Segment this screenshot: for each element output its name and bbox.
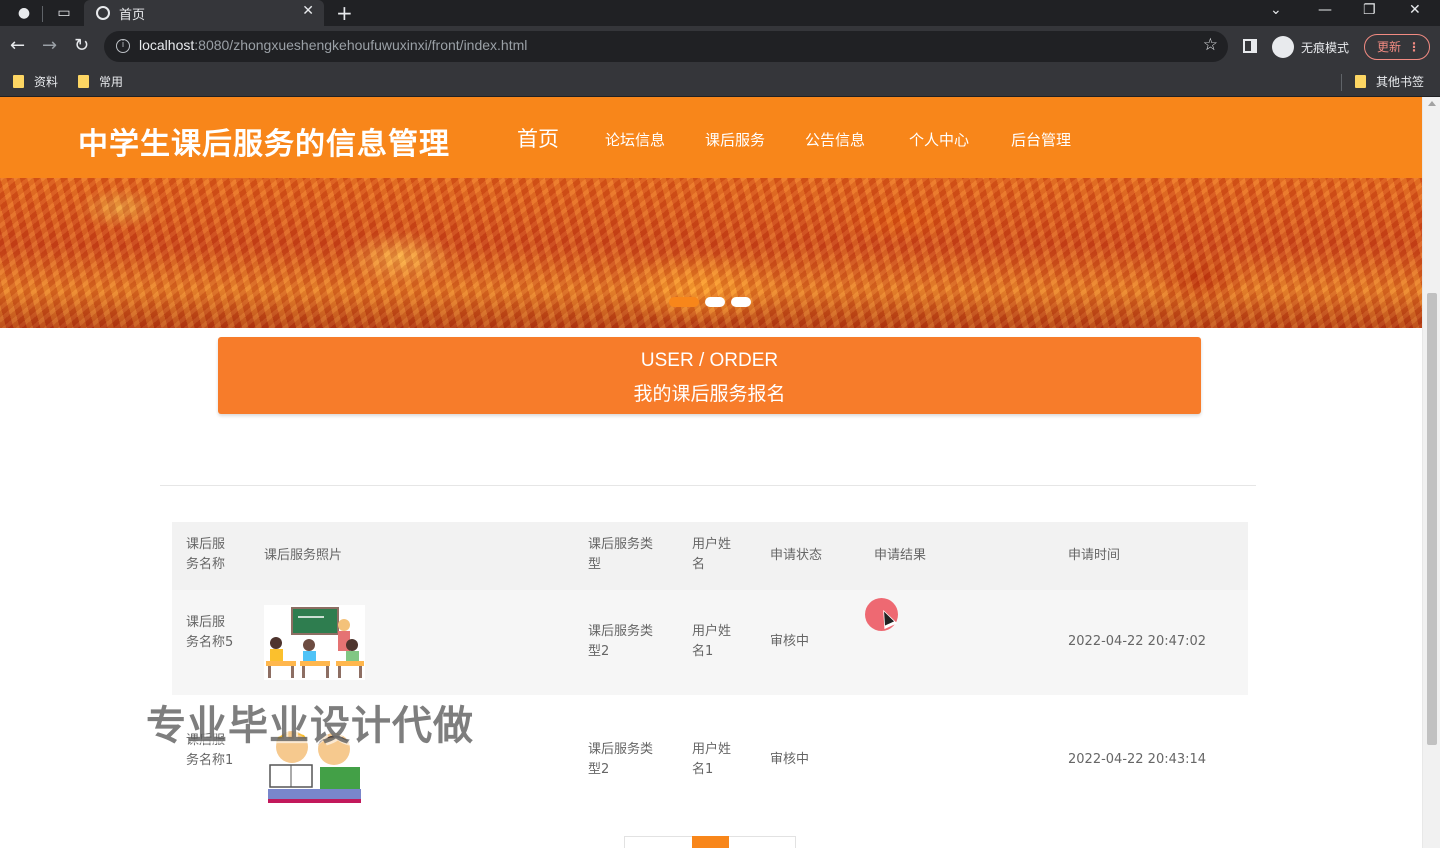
update-button[interactable]: 更新 ⋮ (1364, 34, 1430, 60)
address-bar[interactable]: i localhost:8080/zhongxueshengkehoufuwux… (104, 31, 1228, 62)
back-icon[interactable]: ← (10, 36, 25, 56)
header-service-type: 课后服务类型 (588, 537, 654, 572)
bookmark-folder-2[interactable]: 常用 (78, 73, 123, 90)
cell-status: 审核中 (770, 752, 810, 767)
nav-announcements[interactable]: 公告信息 (805, 129, 865, 150)
incognito-label[interactable]: 无痕模式 (1301, 39, 1349, 56)
reload-icon[interactable]: ↻ (74, 36, 89, 56)
section-title-en: USER / ORDER (640, 350, 779, 371)
scrollbar-thumb[interactable] (1427, 293, 1437, 745)
other-bookmarks[interactable]: 其他书签 (1355, 73, 1424, 90)
carousel-dot-3[interactable] (731, 297, 751, 307)
tab-groups-icon[interactable]: ▭ (54, 3, 74, 23)
carousel-banner[interactable] (0, 178, 1422, 328)
bookmark-star-icon[interactable]: ☆ (1203, 35, 1218, 55)
current-page-button[interactable] (692, 836, 729, 848)
site-header: 中学生课后服务的信息管理 首页 论坛信息 课后服务 公告信息 个人中心 后台管理 (0, 97, 1422, 178)
page-scrollbar[interactable] (1422, 97, 1440, 848)
cell-time: 2022-04-22 20:43:14 (1068, 752, 1207, 767)
restore-icon[interactable]: ❐ (1363, 2, 1376, 18)
folder-icon (1355, 75, 1366, 88)
info-icon[interactable]: i (116, 39, 130, 53)
new-tab-icon[interactable]: + (336, 1, 353, 25)
table-header: 课后服务名称 课后服务照片 课后服务类型 用户姓名 申请状态 申请结果 申请时间 (172, 522, 1248, 590)
browser-menu-icon[interactable]: ● (14, 3, 34, 23)
classroom-illustration (264, 605, 365, 680)
cell-time: 2022-04-22 20:47:02 (1068, 634, 1207, 649)
table-row[interactable]: 课后服务名称5 课后服务类型2 用户姓名1 审核中 2022-04-22 20:… (172, 590, 1248, 695)
tab-separator (42, 6, 43, 22)
divider (160, 485, 1256, 486)
header-result: 申请结果 (874, 548, 927, 563)
nav-forum[interactable]: 论坛信息 (605, 129, 665, 150)
pagination[interactable] (624, 836, 796, 848)
browser-toolbar: ← → ↻ i localhost:8080/zhongxueshengkeho… (0, 26, 1440, 68)
tab-search-icon[interactable]: ⌄ (1270, 2, 1282, 18)
cell-user-name: 用户姓名1 (692, 742, 732, 777)
folder-icon (13, 75, 24, 88)
carousel-dot-2[interactable] (705, 297, 725, 307)
bookmarks-bar: 资料 常用 其他书签 (0, 68, 1440, 97)
update-label: 更新 (1377, 40, 1402, 54)
nav-admin[interactable]: 后台管理 (1011, 129, 1071, 150)
nav-personal-center[interactable]: 个人中心 (909, 129, 969, 150)
close-window-icon[interactable]: ✕ (1409, 2, 1421, 18)
header-service-name: 课后服务名称 (186, 537, 226, 572)
watermark-text: 专业毕业设计代做 (146, 703, 474, 749)
header-user-name: 用户姓名 (692, 537, 732, 572)
page-viewport: 中学生课后服务的信息管理 首页 论坛信息 课后服务 公告信息 个人中心 后台管理… (0, 97, 1440, 848)
globe-icon (96, 6, 110, 20)
folder-icon (78, 75, 89, 88)
cell-service-type: 课后服务类型2 (588, 742, 654, 777)
bookmark-separator (1341, 74, 1342, 91)
section-title-cn: 我的课后服务报名 (633, 383, 786, 405)
scroll-up-icon[interactable] (1428, 101, 1436, 106)
incognito-icon[interactable] (1272, 36, 1294, 58)
nav-home[interactable]: 首页 (517, 123, 559, 153)
close-tab-icon[interactable]: ✕ (302, 3, 314, 19)
site-title: 中学生课后服务的信息管理 (78, 127, 450, 162)
cell-status: 审核中 (770, 634, 810, 649)
header-time: 申请时间 (1068, 548, 1121, 563)
url-text[interactable]: localhost:8080/zhongxueshengkehoufuwuxin… (139, 37, 527, 53)
cell-user-name: 用户姓名1 (692, 624, 732, 659)
cell-service-type: 课后服务类型2 (588, 624, 654, 659)
section-title-banner: USER / ORDER 我的课后服务报名 (218, 337, 1201, 414)
browser-tab-active[interactable]: 首页 ✕ (84, 0, 324, 26)
browser-tab-strip: ● ▭ 首页 ✕ + ⌄ — ❐ ✕ (0, 0, 1440, 26)
minimize-icon[interactable]: — (1318, 2, 1332, 18)
cell-service-name: 课后服务名称5 (186, 615, 234, 650)
bookmark-folder-1[interactable]: 资料 (13, 73, 58, 90)
carousel-dot-1[interactable] (669, 297, 699, 307)
nav-after-school-service[interactable]: 课后服务 (705, 129, 765, 150)
more-menu-icon[interactable]: ⋮ (1408, 35, 1420, 59)
header-service-photo: 课后服务照片 (264, 548, 343, 563)
side-panel-icon[interactable] (1243, 39, 1257, 53)
header-status: 申请状态 (770, 548, 823, 563)
tab-title: 首页 (119, 8, 146, 23)
forward-icon[interactable]: → (42, 36, 57, 56)
